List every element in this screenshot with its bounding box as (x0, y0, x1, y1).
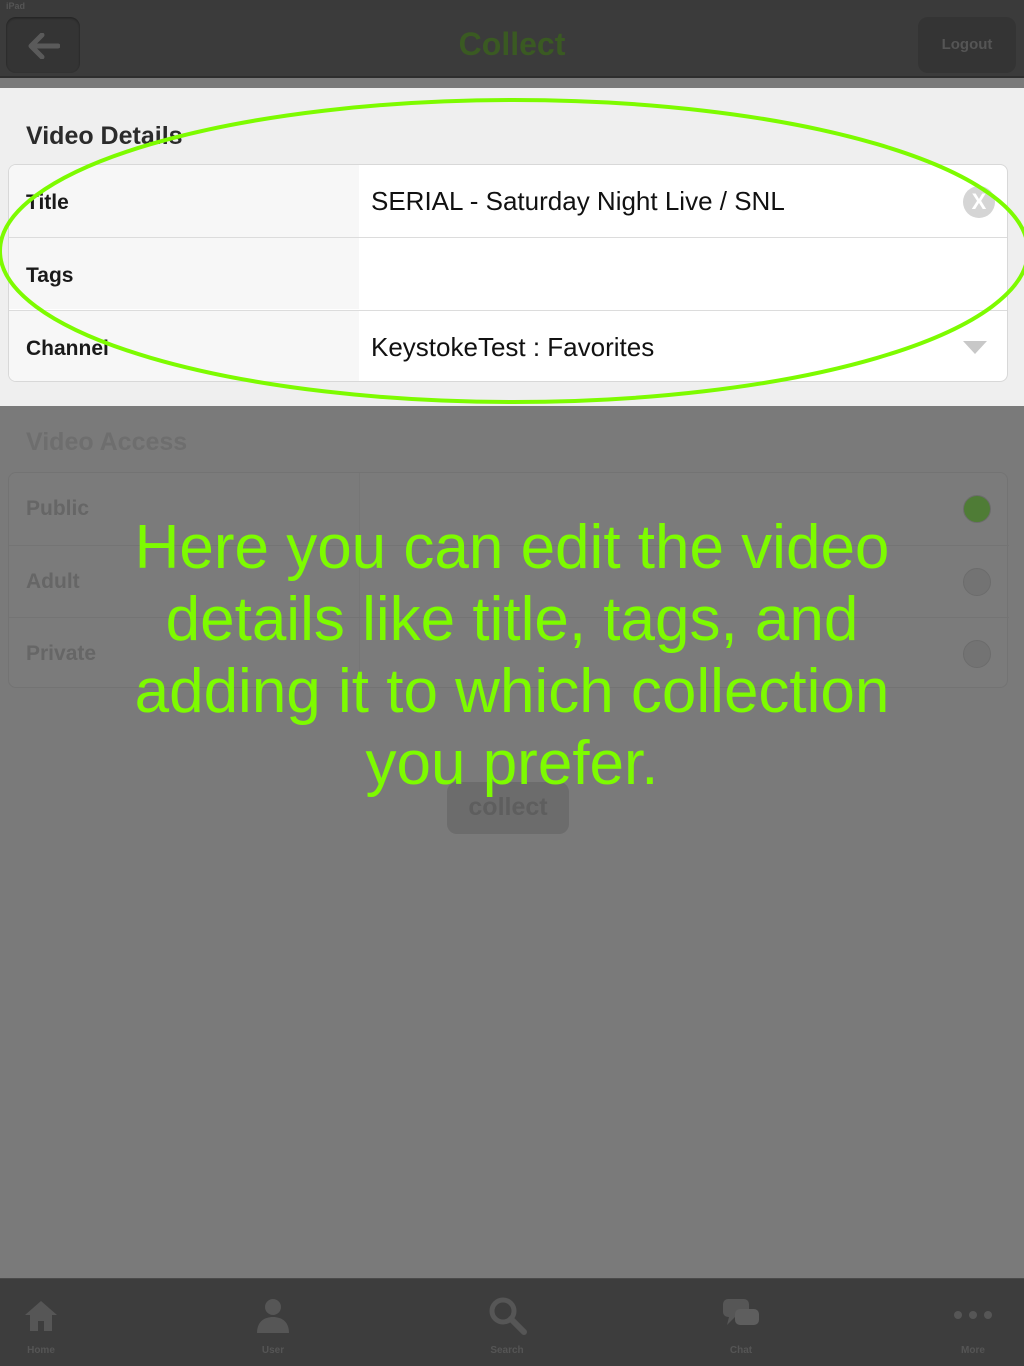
public-radio[interactable] (963, 495, 991, 523)
tab-search[interactable]: Search (452, 1279, 562, 1366)
home-icon (25, 1301, 57, 1331)
page-title: Collect (458, 26, 566, 62)
more-icon (954, 1311, 992, 1319)
tab-search-label: Search (490, 1345, 524, 1356)
chat-icon (723, 1299, 759, 1325)
search-icon (489, 1297, 527, 1335)
adult-radio[interactable] (963, 568, 991, 596)
tab-home[interactable]: Home (0, 1279, 96, 1366)
public-label: Public (26, 497, 90, 520)
highlight-ellipse (0, 98, 1024, 404)
private-label: Private (26, 642, 97, 665)
tab-chat-label: Chat (729, 1345, 753, 1356)
tutorial-caption: Here you can edit the video details like… (134, 513, 890, 798)
video-access-heading: Video Access (26, 428, 188, 456)
user-icon (257, 1299, 289, 1333)
tab-home-label: Home (27, 1345, 55, 1356)
tab-more-label: More (961, 1345, 985, 1356)
tab-user-label: User (261, 1345, 285, 1356)
tab-user[interactable]: User (218, 1279, 328, 1366)
private-radio[interactable] (963, 640, 991, 668)
tab-chat[interactable]: Chat (686, 1279, 796, 1366)
adult-label: Adult (26, 570, 80, 593)
nav-bar: Collect Logout (0, 10, 1024, 78)
tab-bar: Home User Search Chat More (0, 1278, 1024, 1366)
tab-more[interactable]: More (918, 1279, 1024, 1366)
logout-button[interactable]: Logout (918, 17, 1016, 73)
